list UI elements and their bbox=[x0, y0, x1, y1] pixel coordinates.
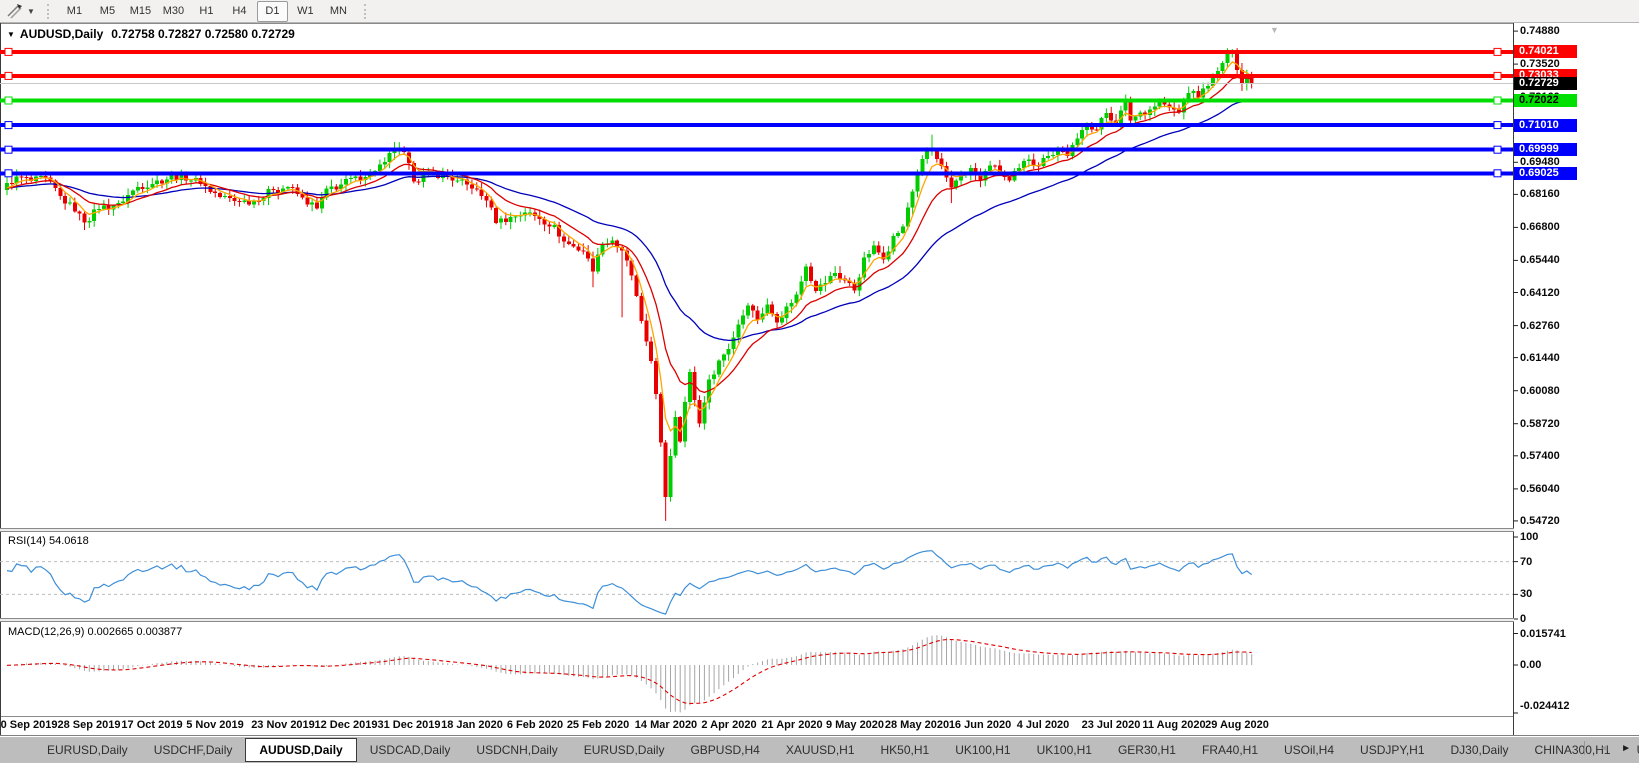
macd-label: MACD(12,26,9) 0.002665 0.003877 bbox=[8, 626, 182, 638]
tab-hk50-h1[interactable]: HK50,H1 bbox=[868, 739, 943, 761]
chart-ohlc-values: 0.72758 0.72827 0.72580 0.72729 bbox=[111, 27, 295, 41]
price-tick-label: 0.62760 bbox=[1520, 319, 1560, 333]
price-tick-label: 0.68160 bbox=[1520, 187, 1560, 201]
tab-dj30-daily[interactable]: DJ30,Daily bbox=[1438, 739, 1522, 761]
macd-tick-label: 0.015741 bbox=[1520, 627, 1566, 641]
rsi-macd-splitter[interactable] bbox=[0, 618, 1514, 622]
tab-uk100-h1[interactable]: UK100,H1 bbox=[942, 739, 1023, 761]
price-tag[interactable]: 0.69999 bbox=[1514, 143, 1577, 156]
price-tick-label: 0.65440 bbox=[1520, 253, 1560, 267]
collapse-triangle-icon[interactable]: ▼ bbox=[7, 30, 15, 39]
price-tick-label: 0.66800 bbox=[1520, 220, 1560, 234]
tab-ger30-h1[interactable]: GER30,H1 bbox=[1105, 739, 1189, 761]
chart-shift-marker-icon[interactable]: ▼ bbox=[1270, 25, 1279, 35]
price-tick-label: 0.57400 bbox=[1520, 449, 1560, 463]
chart-symbol-label: AUDUSD,Daily bbox=[20, 27, 103, 41]
tab-eurusd-daily[interactable]: EURUSD,Daily bbox=[571, 739, 678, 761]
timeframe-button-m30[interactable]: M30 bbox=[158, 1, 189, 22]
price-tick-label: 0.56040 bbox=[1520, 482, 1560, 496]
level-handle bbox=[1494, 48, 1501, 55]
tab-arrow-separator bbox=[1584, 741, 1585, 755]
tab-usoil-h4[interactable]: USOil,H4 bbox=[1271, 739, 1347, 761]
chart-tab-bar: EURUSD,DailyUSDCHF,DailyAUDUSD,DailyUSDC… bbox=[0, 735, 1639, 763]
tab-usdcnh-daily[interactable]: USDCNH,Daily bbox=[463, 739, 570, 761]
rsi-label: RSI(14) 54.0618 bbox=[8, 535, 89, 547]
timeframe-button-mn[interactable]: MN bbox=[323, 1, 354, 22]
price-tag[interactable]: 0.72022 bbox=[1514, 94, 1577, 107]
timeframe-button-group: M1M5M15M30H1H4D1W1MN bbox=[58, 1, 355, 22]
level-handle bbox=[1494, 170, 1501, 177]
toolbar: ▼ M1M5M15M30H1H4D1W1MN bbox=[0, 0, 1639, 23]
price-tag[interactable]: 0.71010 bbox=[1514, 119, 1577, 132]
level-handle bbox=[5, 146, 12, 153]
tab-scroll-right-icon[interactable]: ► bbox=[1621, 743, 1631, 754]
level-handle bbox=[1494, 72, 1501, 79]
timeframe-button-h4[interactable]: H4 bbox=[224, 1, 255, 22]
price-tick-label: 0.74880 bbox=[1520, 24, 1560, 38]
dropdown-caret-icon[interactable]: ▼ bbox=[27, 7, 35, 16]
timeframe-button-m1[interactable]: M1 bbox=[59, 1, 90, 22]
toolbar-grip bbox=[47, 4, 49, 19]
price-tick-label: 0.58720 bbox=[1520, 417, 1560, 431]
tab-xauusd-h1[interactable]: XAUUSD,H1 bbox=[773, 739, 868, 761]
macd-tick-label: -0.024412 bbox=[1520, 699, 1570, 713]
timeframe-button-m15[interactable]: M15 bbox=[125, 1, 156, 22]
rsi-tick-label: 30 bbox=[1520, 587, 1532, 601]
rsi-tick-label: 70 bbox=[1520, 555, 1532, 569]
rsi-tick-label: 0 bbox=[1520, 612, 1526, 626]
main-rsi-splitter[interactable] bbox=[0, 528, 1514, 532]
timeframe-button-m5[interactable]: M5 bbox=[92, 1, 123, 22]
tab-usdchf-daily[interactable]: USDCHF,Daily bbox=[141, 739, 246, 761]
price-tag[interactable]: 0.69025 bbox=[1514, 167, 1577, 180]
rsi-tick-label: 100 bbox=[1520, 530, 1538, 544]
timeframe-button-w1[interactable]: W1 bbox=[290, 1, 321, 22]
chart-canvas[interactable] bbox=[0, 0, 1639, 763]
tab-eurusd-daily[interactable]: EURUSD,Daily bbox=[34, 739, 141, 761]
tab-usdjpy-h1[interactable]: USDJPY,H1 bbox=[1347, 739, 1437, 761]
price-tag[interactable]: 0.74021 bbox=[1514, 45, 1577, 58]
level-handle bbox=[5, 97, 12, 104]
level-handle bbox=[1494, 97, 1501, 104]
chart-title: ▼ AUDUSD,Daily 0.72758 0.72827 0.72580 0.7… bbox=[7, 27, 295, 41]
price-tick-label: 0.64120 bbox=[1520, 286, 1560, 300]
level-handle bbox=[1494, 122, 1501, 129]
level-handle bbox=[1494, 146, 1501, 153]
line-studies-icon[interactable] bbox=[4, 2, 26, 20]
level-handle bbox=[5, 72, 12, 79]
tab-scroll-left-icon[interactable]: ◄ bbox=[1599, 743, 1609, 754]
price-tag[interactable]: 0.72729 bbox=[1514, 77, 1577, 90]
tab-audusd-daily[interactable]: AUDUSD,Daily bbox=[245, 738, 356, 762]
macd-tick-label: 0.00 bbox=[1520, 658, 1541, 672]
price-tick-label: 0.61440 bbox=[1520, 351, 1560, 365]
level-handle bbox=[5, 48, 12, 55]
price-tick-label: 0.60080 bbox=[1520, 384, 1560, 398]
timeframe-button-h1[interactable]: H1 bbox=[191, 1, 222, 22]
timeframe-button-d1[interactable]: D1 bbox=[257, 1, 288, 22]
toolbar-grip bbox=[364, 4, 366, 19]
tab-gbpusd-h4[interactable]: GBPUSD,H4 bbox=[677, 739, 772, 761]
level-handle bbox=[5, 170, 12, 177]
date-label: 29 Aug 2020 bbox=[1192, 719, 1282, 731]
tab-usdcad-daily[interactable]: USDCAD,Daily bbox=[357, 739, 464, 761]
macd-signal-line bbox=[7, 640, 1252, 704]
rsi-line bbox=[7, 551, 1252, 614]
tab-fra40-h1[interactable]: FRA40,H1 bbox=[1189, 739, 1271, 761]
tab-uk100-h1[interactable]: UK100,H1 bbox=[1024, 739, 1105, 761]
level-handle bbox=[5, 122, 12, 129]
price-tick-label: 0.54720 bbox=[1520, 514, 1560, 528]
